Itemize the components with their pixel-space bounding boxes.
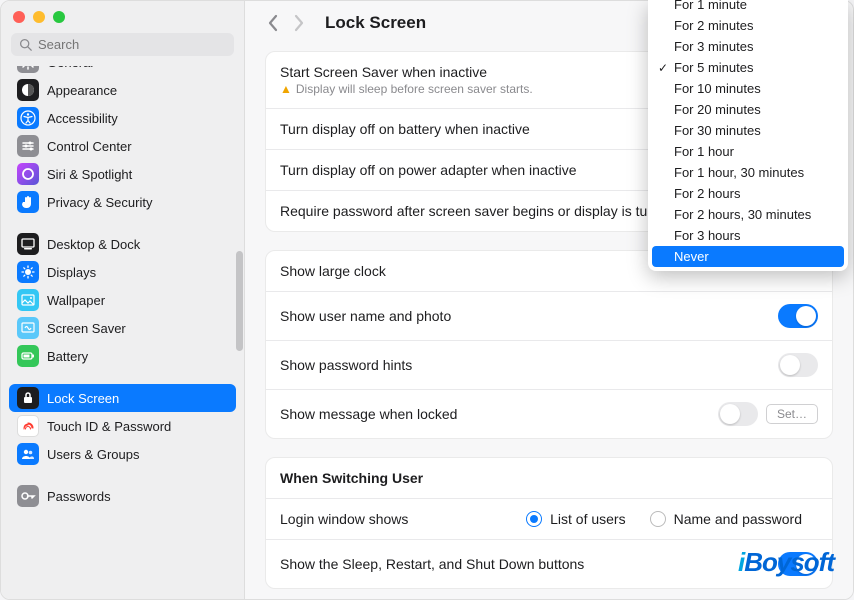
sidebar-item-label: General — [47, 66, 93, 70]
sidebar-item-general[interactable]: General — [9, 66, 236, 76]
dropdown-option[interactable]: For 20 minutes — [652, 99, 844, 120]
sidebar-item-label: Passwords — [47, 489, 111, 504]
dropdown-option[interactable]: For 3 hours — [652, 225, 844, 246]
dropdown-option[interactable]: For 2 hours — [652, 183, 844, 204]
sidebar-item-displays[interactable]: Displays — [9, 258, 236, 286]
radio-button[interactable] — [526, 511, 542, 527]
set-button[interactable]: Set… — [766, 404, 818, 424]
radio-label: List of users — [550, 511, 625, 527]
dropdown-option[interactable]: For 10 minutes — [652, 78, 844, 99]
forward-button[interactable] — [293, 14, 305, 32]
appearance-icon — [17, 79, 39, 101]
key-icon — [17, 485, 39, 507]
scrollbar[interactable] — [236, 251, 243, 351]
dropdown-option[interactable]: For 3 minutes — [652, 36, 844, 57]
sidebar-item-battery[interactable]: Battery — [9, 342, 236, 370]
display-panel: Show large clockShow user name and photo… — [265, 250, 833, 439]
lock-icon — [17, 387, 39, 409]
window-controls — [1, 1, 244, 31]
toggle-switch[interactable] — [718, 402, 758, 426]
search-field[interactable] — [11, 33, 234, 56]
siri-icon — [17, 163, 39, 185]
sidebar-item-privacy-security[interactable]: Privacy & Security — [9, 188, 236, 216]
duration-dropdown[interactable]: For 1 minuteFor 2 minutesFor 3 minutesFo… — [648, 0, 848, 271]
wallpaper-icon — [17, 289, 39, 311]
sidebar-item-label: Desktop & Dock — [47, 237, 140, 252]
gear-icon — [17, 66, 39, 73]
settings-row: Show the Sleep, Restart, and Shut Down b… — [266, 540, 832, 588]
settings-row: Login window shows List of users Name and … — [266, 499, 832, 540]
sidebar-item-control-center[interactable]: Control Center — [9, 132, 236, 160]
row-label: Show user name and photo — [280, 308, 778, 324]
sidebar-item-label: Appearance — [47, 83, 117, 98]
sidebar-item-label: Users & Groups — [47, 447, 139, 462]
page-title: Lock Screen — [325, 13, 426, 33]
switching-panel: When Switching User Login window shows Lis… — [265, 457, 833, 589]
touchid-icon — [17, 415, 39, 437]
row-label: Show message when locked — [280, 406, 718, 422]
users-icon — [17, 443, 39, 465]
sidebar-item-label: Accessibility — [47, 111, 118, 126]
screensaver-icon — [17, 317, 39, 339]
row-label: Show password hints — [280, 357, 778, 373]
displays-icon — [17, 261, 39, 283]
row-label: Show the Sleep, Restart, and Shut Down b… — [280, 556, 778, 572]
sidebar-item-label: Battery — [47, 349, 88, 364]
sidebar-item-wallpaper[interactable]: Wallpaper — [9, 286, 236, 314]
sidebar-item-passwords[interactable]: Passwords — [9, 482, 236, 510]
sidebar-item-siri-spotlight[interactable]: Siri & Spotlight — [9, 160, 236, 188]
sidebar-nav: General Appearance Accessibility Control Ce… — [1, 66, 244, 599]
sidebar-item-screen-saver[interactable]: Screen Saver — [9, 314, 236, 342]
dropdown-option[interactable]: For 5 minutes — [652, 57, 844, 78]
dropdown-option[interactable]: For 30 minutes — [652, 120, 844, 141]
minimize-icon[interactable] — [33, 11, 45, 23]
sidebar-item-label: Privacy & Security — [47, 195, 152, 210]
sidebar-item-label: Siri & Spotlight — [47, 167, 132, 182]
settings-row: Show message when locked Set… — [266, 390, 832, 438]
maximize-icon[interactable] — [53, 11, 65, 23]
dropdown-option[interactable]: For 2 minutes — [652, 15, 844, 36]
radio-button[interactable] — [650, 511, 666, 527]
search-input[interactable] — [38, 37, 226, 52]
close-icon[interactable] — [13, 11, 25, 23]
dropdown-option[interactable]: For 1 hour — [652, 141, 844, 162]
sidebar-item-desktop-dock[interactable]: Desktop & Dock — [9, 230, 236, 258]
toggle-switch[interactable] — [778, 353, 818, 377]
warning-icon: ▲ — [280, 82, 292, 96]
controls-icon — [17, 135, 39, 157]
sidebar-item-accessibility[interactable]: Accessibility — [9, 104, 236, 132]
accessibility-icon — [17, 107, 39, 129]
sidebar-item-label: Screen Saver — [47, 321, 126, 336]
toggle-switch[interactable] — [778, 552, 818, 576]
dropdown-option[interactable]: Never — [652, 246, 844, 267]
sidebar-item-touch-id-password[interactable]: Touch ID & Password — [9, 412, 236, 440]
toggle-switch[interactable] — [778, 304, 818, 328]
dropdown-option[interactable]: For 2 hours, 30 minutes — [652, 204, 844, 225]
sidebar-item-label: Wallpaper — [47, 293, 105, 308]
row-warning: Display will sleep before screen saver s… — [296, 82, 533, 96]
sidebar-item-label: Lock Screen — [47, 391, 119, 406]
dropdown-option[interactable]: For 1 hour, 30 minutes — [652, 162, 844, 183]
settings-row: Show user name and photo — [266, 292, 832, 341]
dropdown-option[interactable]: For 1 minute — [652, 0, 844, 15]
section-header: When Switching User — [280, 470, 423, 486]
search-icon — [19, 38, 32, 51]
row-label: Login window shows — [280, 511, 526, 527]
settings-row: Show password hints — [266, 341, 832, 390]
radio-label: Name and password — [674, 511, 802, 527]
sidebar-item-lock-screen[interactable]: Lock Screen — [9, 384, 236, 412]
sidebar-item-label: Control Center — [47, 139, 132, 154]
sidebar-item-label: Touch ID & Password — [47, 419, 171, 434]
sidebar-item-appearance[interactable]: Appearance — [9, 76, 236, 104]
back-button[interactable] — [267, 14, 279, 32]
battery-icon — [17, 345, 39, 367]
hand-icon — [17, 191, 39, 213]
sidebar-item-users-groups[interactable]: Users & Groups — [9, 440, 236, 468]
dock-icon — [17, 233, 39, 255]
sidebar-item-label: Displays — [47, 265, 96, 280]
